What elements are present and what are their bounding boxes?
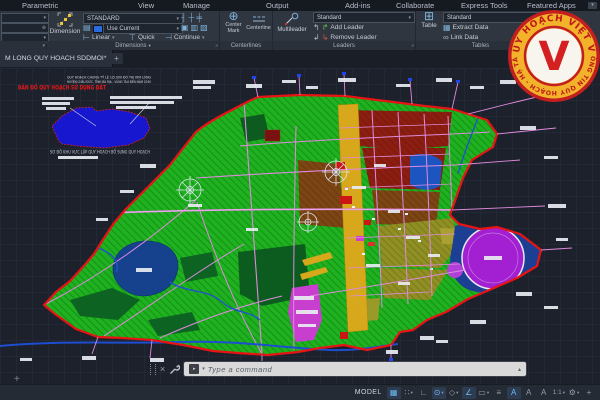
panel-cut-label: ▾ <box>0 41 46 50</box>
dim-break-icon[interactable]: ▣ <box>181 23 189 32</box>
command-line-bar[interactable]: × ▸ ▾ Type a command ▴ <box>150 361 526 377</box>
panel-centerlines: ⊕ Center Mark Centerline Centerlines <box>220 11 273 50</box>
recent-commands-caret-icon[interactable]: ▾ <box>202 366 205 372</box>
add-leader-button[interactable]: ↰ ↱ Add Leader <box>313 23 364 32</box>
table-button[interactable]: ⊞ Table <box>417 12 441 29</box>
panel-dimensions: Dimension STANDARD▾ ┤ ┼ ╪ ▤ Use Current▾… <box>47 11 220 50</box>
dimensions-panel-label[interactable]: Dimensions▾ » <box>47 41 219 50</box>
annotation-autoscale-toggle[interactable]: A <box>522 387 536 399</box>
annotation-scale-icon[interactable]: A <box>537 387 551 399</box>
object-snap-toggle[interactable]: ▭▾ <box>477 387 491 399</box>
annotation-visibility-toggle[interactable]: A <box>507 387 521 399</box>
panel-properties-cut: ▾ ⊕ ▾ ▾ <box>0 11 47 50</box>
extract-data-button[interactable]: ▦ Extract Data <box>443 23 488 32</box>
center-mark-icon: ⊕ <box>228 12 238 21</box>
inset-caption: SƠ ĐỒ KHU VỰC LẬP QUY HOẠCH BỔ SUNG QUY … <box>50 150 150 155</box>
sheet-header-line1: QUY HOẠCH CHUNG TỶ LỆ 1/5.000 ĐÔ THỊ KIM… <box>67 75 152 80</box>
property-dropdown-1[interactable]: ▾ <box>1 13 49 23</box>
dim-reassociate-icon[interactable]: ┼ <box>189 13 195 22</box>
dim-boxed-icons[interactable]: ▣ ▥ ▨ <box>181 23 208 32</box>
stamp-v-letter: V <box>539 34 570 80</box>
tab-output[interactable]: Output <box>266 0 289 11</box>
property-dropdown-2[interactable]: ⊕ <box>1 23 49 33</box>
layers-icon: ▤ <box>83 23 91 32</box>
customization-plus-icon[interactable]: + <box>582 387 596 399</box>
command-input[interactable]: ▸ ▾ Type a command ▴ <box>184 362 526 376</box>
map-titles: QUY HOẠCH CHUNG TỶ LỆ 1/5.000 ĐÔ THỊ KIM… <box>18 75 152 92</box>
centerlines-panel-label: Centerlines <box>220 41 272 50</box>
leaders-panel-label[interactable]: Leaders» <box>273 41 415 50</box>
workspace-gear-icon[interactable]: ⚙▾ <box>567 387 581 399</box>
tab-manage[interactable]: Manage <box>183 0 210 11</box>
dimension-button[interactable]: Dimension <box>49 12 81 35</box>
tab-addins[interactable]: Add-ins <box>345 0 370 11</box>
dim-update-icon[interactable]: ┤ <box>181 13 187 22</box>
tab-express-tools[interactable]: Express Tools <box>461 0 508 11</box>
leader-arrow-icon: ↰ <box>313 23 320 32</box>
quy-hoach-viet-stamp: QUY HOẠCH VIỆT VN THÔNG TIN QUY HOẠCH - … <box>506 8 600 104</box>
add-leader-icon: ↱ <box>322 23 329 32</box>
autocad-window: { "ribbon": { "tabs": ["Parametric","Vie… <box>0 0 600 400</box>
table-icon: ⊞ <box>424 12 434 21</box>
tab-view[interactable]: View <box>138 0 154 11</box>
center-mark-button[interactable]: ⊕ Center Mark <box>221 12 246 34</box>
ortho-mode-toggle[interactable]: ∟ <box>417 387 431 399</box>
drawing-file-tab[interactable]: M LONG QUY HOACH SDDMOI* × <box>0 50 113 67</box>
panel-leaders: Multileader Standard▾ ↰ ↱ Add Leader ↲ ↳… <box>273 11 416 50</box>
grid-display-toggle[interactable]: ▦ <box>387 387 401 399</box>
centerline-button[interactable]: Centerline <box>246 14 271 31</box>
dim-adjust-icon[interactable]: ▥ <box>191 23 199 32</box>
dim-space-icon[interactable]: ▨ <box>200 23 208 32</box>
multileader-button[interactable]: Multileader <box>274 12 310 33</box>
isometric-drafting-toggle[interactable]: ◇▾ <box>447 387 461 399</box>
centerline-icon <box>252 14 266 24</box>
object-snap-tracking-toggle[interactable]: ∠ <box>462 387 476 399</box>
file-tab-title: M LONG QUY HOACH SDDMOI* <box>5 55 106 62</box>
lineweight-toggle[interactable]: ≡ <box>492 387 506 399</box>
annotation-scale-value[interactable]: 1:1▾ <box>552 387 566 399</box>
command-close-icon[interactable]: × <box>160 364 165 375</box>
new-drawing-tab-button[interactable]: + <box>110 53 123 64</box>
dim-tools-icons[interactable]: ┤ ┼ ╪ <box>181 13 202 22</box>
command-history-caret-icon[interactable]: ▴ <box>518 366 521 373</box>
command-prompt-icon[interactable]: ▸ <box>189 364 199 374</box>
layer-color-swatch <box>93 25 103 33</box>
dimension-button-label: Dimension <box>50 28 81 35</box>
customize-wrench-icon[interactable] <box>169 364 180 375</box>
tab-parametric[interactable]: Parametric <box>22 0 58 11</box>
dim-override-icon[interactable]: ╪ <box>196 13 202 22</box>
mleader-style-dropdown[interactable]: Standard▾ <box>313 12 415 23</box>
polar-tracking-toggle[interactable]: ⊙▾ <box>432 387 446 399</box>
multileader-icon <box>284 12 300 26</box>
model-space-button[interactable]: MODEL <box>355 389 382 396</box>
dimension-icon <box>57 12 73 27</box>
snap-mode-toggle[interactable]: ∷▾ <box>402 387 416 399</box>
inset-location-diagram: SƠ ĐỒ KHU VỰC LẬP QUY HOẠCH BỔ SUNG QUY … <box>42 96 182 159</box>
status-bar: MODEL ▦ ∷▾ ∟ ⊙▾ ◇▾ ∠ ▭▾ ≡ A A A 1:1▾ ⚙▾ … <box>0 384 600 400</box>
extract-data-icon: ▦ <box>443 23 451 32</box>
planning-map: SƠ ĐỒ KHU VỰC LẬP QUY HOẠCH BỔ SUNG QUY … <box>0 68 600 385</box>
command-placeholder: Type a command <box>208 365 515 374</box>
command-bar-grip[interactable] <box>150 364 156 375</box>
drawing-canvas[interactable]: SƠ ĐỒ KHU VỰC LẬP QUY HOẠCH BỔ SUNG QUY … <box>0 68 600 385</box>
